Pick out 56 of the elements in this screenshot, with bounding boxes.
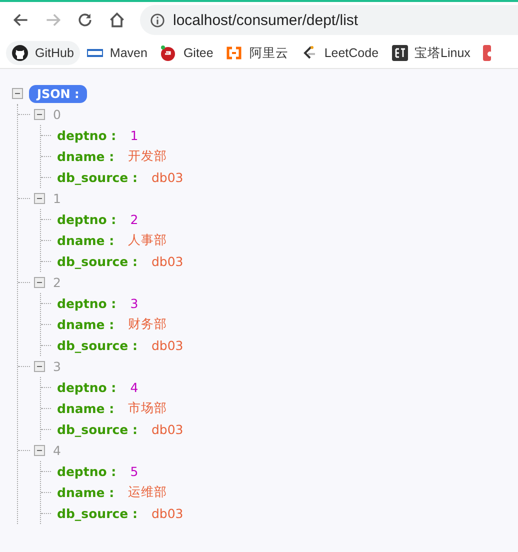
field-key: dname : — [57, 401, 114, 416]
field-value: 运维部 — [128, 484, 168, 501]
field-value: db03 — [151, 254, 184, 269]
bookmark[interactable]: Maven — [80, 41, 154, 65]
field-key: dname : — [57, 485, 114, 500]
collapse-toggle-icon[interactable] — [34, 277, 45, 288]
field-value: 人事部 — [128, 232, 168, 249]
field-key: db_source : — [57, 170, 138, 185]
field-value: 3 — [130, 296, 138, 311]
field-value: 2 — [130, 212, 138, 227]
collapse-toggle-icon[interactable] — [34, 361, 45, 372]
field-key: db_source : — [57, 254, 138, 269]
field-key: dname : — [57, 233, 114, 248]
info-icon[interactable] — [150, 12, 165, 28]
field-value: 4 — [130, 380, 138, 395]
collapse-toggle-icon[interactable] — [34, 445, 45, 456]
home-icon[interactable] — [108, 11, 126, 29]
field-key: deptno : — [57, 128, 116, 143]
bookmark[interactable]: Gitee — [154, 41, 220, 65]
index-label: 3 — [53, 359, 61, 374]
field-value: db03 — [151, 338, 184, 353]
cat-silhouette-icon — [12, 45, 28, 61]
field-value: 1 — [130, 128, 138, 143]
field-value: 市场部 — [128, 400, 168, 417]
back-icon[interactable] — [12, 11, 30, 29]
field-key: deptno : — [57, 464, 116, 479]
field-key: deptno : — [57, 380, 116, 395]
bookmark[interactable]: GitHub — [6, 41, 80, 65]
root-label: JSON : — [29, 84, 88, 102]
index-label: 0 — [53, 107, 61, 122]
field-value: db03 — [151, 422, 184, 437]
bookmark[interactable]: 阿里云 — [220, 40, 294, 66]
field-key: db_source : — [57, 506, 138, 521]
bookmark[interactable]: LeetCode — [295, 41, 385, 65]
address-bar[interactable]: localhost/consumer/dept/list — [140, 5, 518, 35]
bracket-icon — [226, 45, 242, 61]
collapse-toggle-icon[interactable] — [34, 193, 45, 204]
index-label: 2 — [53, 275, 61, 290]
field-key: db_source : — [57, 338, 138, 353]
url-text: localhost/consumer/dept/list — [173, 12, 358, 28]
field-key: dname : — [57, 317, 114, 332]
collapse-toggle-icon[interactable] — [12, 88, 23, 99]
field-value: 5 — [130, 464, 138, 479]
field-key: deptno : — [57, 296, 116, 311]
field-value: 开发部 — [128, 148, 168, 165]
field-value: db03 — [151, 506, 184, 521]
field-value: 财务部 — [128, 316, 168, 333]
index-label: 4 — [53, 443, 61, 458]
collapse-toggle-icon[interactable] — [34, 109, 45, 120]
reload-icon[interactable] — [76, 11, 94, 29]
index-label: 1 — [53, 191, 61, 206]
field-key: dname : — [57, 149, 114, 164]
field-value: db03 — [151, 170, 184, 185]
field-key: db_source : — [57, 422, 138, 437]
field-key: deptno : — [57, 212, 116, 227]
bookmark[interactable]: 宝塔Linux — [386, 40, 476, 66]
